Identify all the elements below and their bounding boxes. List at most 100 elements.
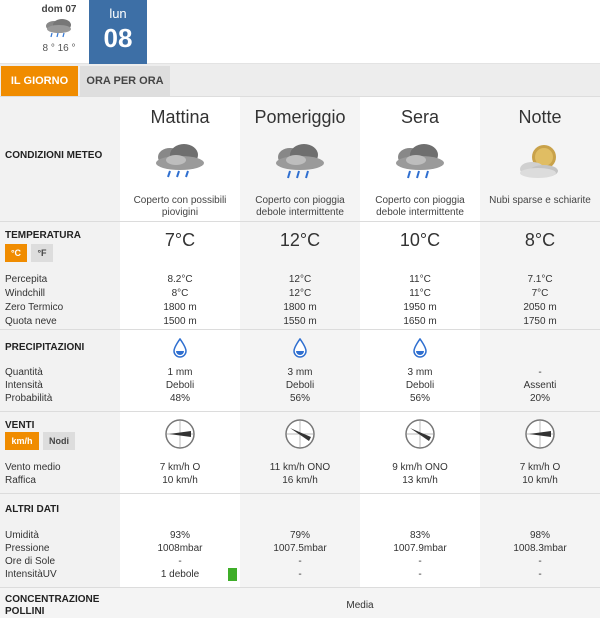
- unit-kmh-button[interactable]: km/h: [5, 432, 39, 450]
- rain-cloud-icon: [270, 141, 330, 188]
- compass-icon: [164, 418, 196, 455]
- day-prev-name: dom 07: [41, 4, 77, 15]
- zero-termico-sera: 1950 m: [403, 302, 437, 313]
- day-prev-temps: 8 ° 16 °: [42, 43, 76, 54]
- ore-di-sole-pomeriggio: -: [298, 556, 302, 567]
- quota-neve-mattina: 1500 m: [163, 316, 197, 327]
- pollen-value: Media: [346, 600, 374, 611]
- probabilita-pomeriggio: 56%: [289, 393, 310, 404]
- uv-sera: -: [418, 569, 422, 580]
- percepita-mattina: 8.2°C: [167, 274, 193, 285]
- unit-knots-button[interactable]: Nodi: [43, 432, 75, 450]
- moon-cloud-icon: [510, 141, 570, 188]
- precipitation-label: PRECIPITAZIONI: [5, 342, 85, 353]
- umidita-pomeriggio: 79%: [289, 530, 310, 541]
- conditions-label: CONDIZIONI METEO: [5, 150, 103, 161]
- raffica-mattina: 10 km/h: [162, 475, 198, 486]
- vento-medio-pomeriggio: 11 km/h ONO: [269, 462, 331, 473]
- label-zero-termico: Zero Termico: [5, 302, 64, 313]
- probabilita-notte: 20%: [529, 393, 550, 404]
- pressione-mattina: 1008mbar: [157, 543, 203, 554]
- percepita-sera: 11°C: [409, 274, 431, 285]
- pollen-label-2: POLLINI: [5, 606, 45, 617]
- umidita-sera: 83%: [409, 530, 430, 541]
- label-pressione: Pressione: [5, 543, 50, 554]
- pressione-notte: 1008.3mbar: [513, 543, 567, 554]
- day-strip: dom 07 8 ° 16 ° lun 08: [0, 0, 600, 64]
- vento-medio-notte: 7 km/h O: [519, 462, 561, 473]
- vento-medio-mattina: 7 km/h O: [159, 462, 201, 473]
- pressione-sera: 1007.9mbar: [393, 543, 447, 554]
- label-intensita-uv: IntensitàUV: [5, 569, 57, 580]
- ore-di-sole-mattina: -: [178, 556, 182, 567]
- label-raffica: Raffica: [5, 475, 36, 486]
- vento-medio-sera: 9 km/h ONO: [392, 462, 448, 473]
- temperature-sera: 10°C: [399, 230, 441, 250]
- drop-icon: [413, 337, 427, 363]
- uv-mattina: 1 debole: [160, 569, 200, 580]
- intensita-sera: Deboli: [405, 380, 435, 391]
- raffica-pomeriggio: 16 km/h: [282, 475, 318, 486]
- temperature-notte: 8°C: [524, 230, 556, 250]
- day-current-name: lun: [109, 6, 127, 21]
- other-data-label: ALTRI DATI: [5, 504, 60, 515]
- ore-di-sole-notte: -: [538, 556, 542, 567]
- temperature-section: TEMPERATURA °C °F 7°C 12°C 10°C 8°C Perc…: [0, 221, 600, 329]
- quota-neve-pomeriggio: 1550 m: [283, 316, 317, 327]
- probabilita-sera: 56%: [409, 393, 430, 404]
- temperature-pomeriggio: 12°C: [279, 230, 321, 250]
- rain-cloud-icon: [30, 17, 88, 39]
- quantita-notte: -: [538, 367, 542, 378]
- period-pomeriggio: Pomeriggio: [254, 107, 346, 127]
- rain-cloud-icon: [150, 141, 210, 188]
- compass-icon: [284, 418, 316, 455]
- label-vento-medio: Vento medio: [5, 462, 61, 473]
- percepita-notte: 7.1°C: [527, 274, 553, 285]
- raffica-sera: 13 km/h: [402, 475, 438, 486]
- label-probabilita: Probabilità: [5, 393, 53, 404]
- label-percepita: Percepita: [5, 274, 48, 285]
- temperature-mattina: 7°C: [164, 230, 196, 250]
- quota-neve-notte: 1750 m: [523, 316, 557, 327]
- uv-pomeriggio: -: [298, 569, 302, 580]
- day-current-number: 08: [103, 23, 133, 53]
- condition-desc-sera: Coperto con pioggia debole intermittente: [375, 195, 465, 218]
- period-notte: Notte: [518, 107, 562, 127]
- quantita-mattina: 1 mm: [167, 367, 193, 378]
- zero-termico-pomeriggio: 1800 m: [283, 302, 317, 313]
- tab-il-giorno[interactable]: IL GIORNO: [1, 66, 78, 96]
- pollen-section: CONCENTRAZIONE POLLINI Media: [0, 587, 600, 618]
- precipitation-section: PRECIPITAZIONI Quantità 1 mm 3 mm 3 mm -…: [0, 329, 600, 411]
- label-intensita: Intensità: [5, 380, 43, 391]
- intensita-pomeriggio: Deboli: [285, 380, 315, 391]
- tab-ora-per-ora[interactable]: ORA PER ORA: [80, 66, 170, 96]
- period-mattina: Mattina: [150, 107, 210, 127]
- pollen-label-1: CONCENTRAZIONE: [5, 594, 100, 605]
- label-quantita: Quantità: [5, 367, 43, 378]
- windchill-notte: 7°C: [531, 288, 549, 299]
- uv-level-bar: [228, 568, 237, 581]
- intensita-notte: Assenti: [523, 380, 557, 391]
- compass-icon: [524, 418, 556, 455]
- drop-icon: [173, 337, 187, 363]
- rain-cloud-icon: [390, 141, 450, 188]
- condition-desc-mattina: Coperto con possibili piovigini: [133, 195, 227, 218]
- unit-fahrenheit-button[interactable]: °F: [31, 244, 53, 262]
- period-sera: Sera: [400, 107, 440, 127]
- day-prev[interactable]: dom 07 8 ° 16 °: [30, 0, 88, 64]
- windchill-mattina: 8°C: [171, 288, 189, 299]
- label-ore-di-sole: Ore di Sole: [5, 556, 56, 567]
- umidita-mattina: 93%: [169, 530, 190, 541]
- day-current[interactable]: lun 08: [89, 0, 147, 64]
- label-quota-neve: Quota neve: [5, 316, 57, 327]
- quantita-pomeriggio: 3 mm: [287, 367, 313, 378]
- zero-termico-notte: 2050 m: [523, 302, 557, 313]
- condition-desc-notte: Nubi sparse e schiarite: [489, 195, 591, 206]
- zero-termico-mattina: 1800 m: [163, 302, 197, 313]
- temperature-label: TEMPERATURA: [5, 230, 81, 241]
- intensita-mattina: Deboli: [165, 380, 195, 391]
- unit-celsius-button[interactable]: °C: [5, 244, 27, 262]
- quota-neve-sera: 1650 m: [403, 316, 437, 327]
- other-data-section: ALTRI DATI Umidità 93% 79% 83% 98% Press…: [0, 493, 600, 587]
- uv-notte: -: [538, 569, 542, 580]
